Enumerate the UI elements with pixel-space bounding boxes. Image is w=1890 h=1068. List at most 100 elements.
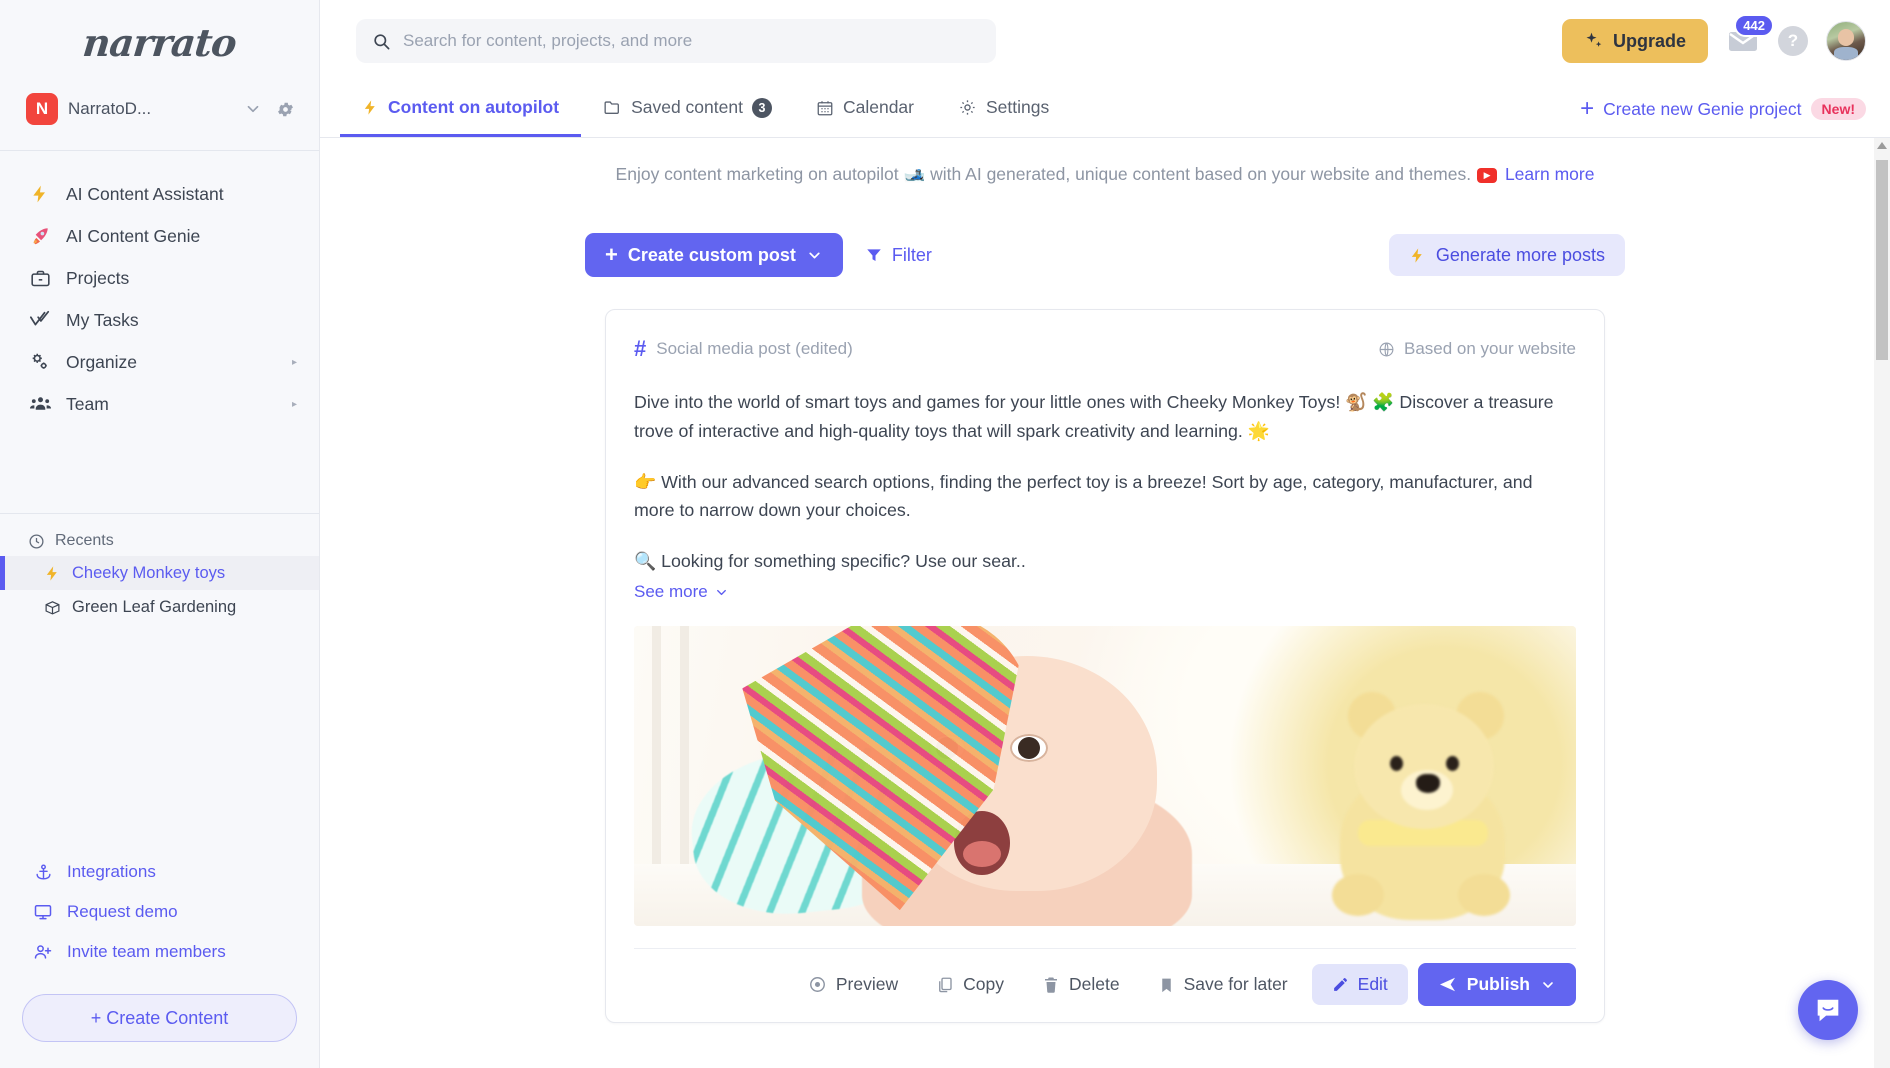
- sidebar-bottom-label: Integrations: [67, 862, 156, 881]
- rocket-icon: [28, 225, 52, 247]
- tab-settings[interactable]: Settings: [936, 81, 1071, 137]
- tab-badge: 3: [751, 97, 772, 118]
- chevron-right-icon[interactable]: ▸: [292, 399, 297, 410]
- filter-label: Filter: [891, 244, 932, 265]
- copy-button[interactable]: Copy: [922, 966, 1018, 1003]
- chevron-down-icon[interactable]: [244, 100, 262, 118]
- eye-icon: [808, 975, 827, 994]
- edit-button[interactable]: Edit: [1311, 964, 1408, 1006]
- gears-icon: [28, 351, 52, 373]
- hash-icon: #: [634, 336, 647, 361]
- publish-button[interactable]: Publish: [1417, 963, 1576, 1007]
- create-content-button[interactable]: + Create Content: [22, 994, 297, 1042]
- sidebar-item-organize[interactable]: Organize ▸: [0, 341, 319, 383]
- edit-label: Edit: [1357, 974, 1388, 995]
- sidebar-bottom-links: Integrations Request demo Invite team me…: [0, 852, 319, 986]
- folder-icon: [603, 99, 622, 116]
- sidebar-item-ai-content-genie[interactable]: AI Content Genie: [0, 215, 319, 257]
- sidebar-item-integrations[interactable]: Integrations: [0, 852, 319, 892]
- sidebar-item-team[interactable]: Team ▸: [0, 383, 319, 425]
- sidebar-item-label: My Tasks: [66, 309, 139, 330]
- app-logo[interactable]: narrato: [0, 0, 319, 84]
- youtube-icon[interactable]: ▶: [1477, 167, 1498, 183]
- post-image: [634, 626, 1576, 927]
- post-type-label: Social media post (edited): [656, 339, 853, 358]
- preview-button[interactable]: Preview: [794, 966, 912, 1003]
- generate-more-label: Generate more posts: [1435, 244, 1605, 265]
- post-paragraph-2: 👉 With our advanced search options, find…: [634, 471, 1533, 521]
- scrollbar-thumb[interactable]: [1876, 160, 1888, 360]
- content-scroll-region: Enjoy content marketing on autopilot 🎿 w…: [320, 138, 1890, 1068]
- create-new-genie-project-button[interactable]: + Create new Genie project New!: [1580, 81, 1866, 137]
- create-content-label: + Create Content: [90, 1007, 229, 1028]
- banner-text: Enjoy content marketing on autopilot 🎿 w…: [615, 164, 1472, 184]
- avatar[interactable]: [1826, 21, 1866, 61]
- tabs-bar: Content on autopilot Saved content 3 Cal…: [320, 82, 1890, 138]
- recent-item-cheeky-monkey-toys[interactable]: Cheeky Monkey toys: [0, 556, 319, 590]
- sidebar-item-my-tasks[interactable]: My Tasks: [0, 299, 319, 341]
- chevron-down-icon: [806, 247, 823, 264]
- recent-item-label: Green Leaf Gardening: [72, 597, 237, 616]
- box-icon: [44, 599, 61, 616]
- save-for-later-button[interactable]: Save for later: [1144, 966, 1302, 1003]
- vertical-scrollbar[interactable]: [1874, 138, 1890, 1068]
- chevron-right-icon[interactable]: ▸: [292, 357, 297, 368]
- post-paragraph-1: Dive into the world of smart toys and ga…: [634, 392, 1554, 441]
- action-label: Copy: [963, 974, 1004, 995]
- pencil-icon: [1332, 976, 1349, 993]
- filter-button[interactable]: Filter: [865, 245, 932, 266]
- teddy-bear: [1306, 670, 1536, 921]
- upgrade-label: Upgrade: [1612, 30, 1686, 51]
- intercom-chat-button[interactable]: [1798, 980, 1858, 1040]
- tab-label: Content on autopilot: [388, 97, 560, 117]
- recents-label: Recents: [55, 532, 114, 549]
- app-root: narrato N NarratoD... AI Content Assista…: [0, 0, 1890, 1068]
- monitor-icon: [32, 902, 54, 922]
- post-source-label: Based on your website: [1404, 339, 1576, 358]
- post-source: Based on your website: [1378, 339, 1576, 359]
- sidebar-item-projects[interactable]: Projects: [0, 257, 319, 299]
- lightning-icon: [362, 98, 379, 117]
- action-bar: + Create custom post Filter Generate mor…: [585, 233, 1625, 277]
- plus-icon: +: [1580, 95, 1595, 122]
- sidebar-item-ai-content-assistant[interactable]: AI Content Assistant: [0, 173, 319, 215]
- chevron-down-icon: [716, 589, 726, 595]
- sidebar-nav: AI Content Assistant AI Content Genie Pr…: [0, 151, 319, 425]
- see-more-label: See more: [634, 582, 708, 602]
- main-area: Upgrade 442 ? Content on autopilo: [320, 0, 1890, 1068]
- top-bar: Upgrade 442 ?: [320, 0, 1890, 82]
- chevron-down-icon: [1540, 977, 1556, 993]
- sidebar-bottom-label: Invite team members: [67, 942, 226, 961]
- baby: [684, 626, 1292, 927]
- sidebar-item-label: Team: [66, 393, 109, 414]
- mail-badge: 442: [1734, 14, 1774, 37]
- gear-icon[interactable]: [276, 100, 295, 119]
- search-box[interactable]: [356, 19, 996, 63]
- create-custom-post-button[interactable]: + Create custom post: [585, 233, 843, 277]
- upgrade-button[interactable]: Upgrade: [1561, 19, 1708, 63]
- sidebar-item-invite-team-members[interactable]: Invite team members: [0, 932, 319, 972]
- scroll-up-arrow-icon[interactable]: [1877, 142, 1887, 149]
- see-more-button[interactable]: See more: [634, 582, 729, 602]
- notifications-mail-button[interactable]: 442: [1726, 14, 1774, 58]
- workspace-name: NarratoD...: [68, 99, 152, 118]
- check-double-icon: [28, 309, 52, 331]
- help-button[interactable]: ?: [1778, 26, 1808, 56]
- recent-item-green-leaf-gardening[interactable]: Green Leaf Gardening: [0, 590, 319, 624]
- search-input[interactable]: [403, 31, 980, 51]
- learn-more-link[interactable]: Learn more: [1505, 164, 1595, 184]
- recent-item-label: Cheeky Monkey toys: [72, 563, 226, 582]
- lightning-icon: [28, 183, 52, 205]
- tab-calendar[interactable]: Calendar: [794, 81, 936, 137]
- sidebar-item-label: Projects: [66, 267, 130, 288]
- sidebar: narrato N NarratoD... AI Content Assista…: [0, 0, 320, 1068]
- tab-saved-content[interactable]: Saved content 3: [581, 81, 794, 137]
- delete-button[interactable]: Delete: [1028, 966, 1134, 1003]
- scroll-area: Enjoy content marketing on autopilot 🎿 w…: [320, 138, 1890, 1068]
- tab-content-on-autopilot[interactable]: Content on autopilot: [340, 81, 582, 137]
- workspace-switcher[interactable]: N NarratoD...: [0, 84, 319, 134]
- generate-more-posts-button[interactable]: Generate more posts: [1388, 234, 1625, 276]
- post-paragraph-3: 🔍 Looking for something specific? Use ou…: [634, 551, 1026, 572]
- sidebar-item-request-demo[interactable]: Request demo: [0, 892, 319, 932]
- sidebar-bottom-label: Request demo: [67, 902, 178, 921]
